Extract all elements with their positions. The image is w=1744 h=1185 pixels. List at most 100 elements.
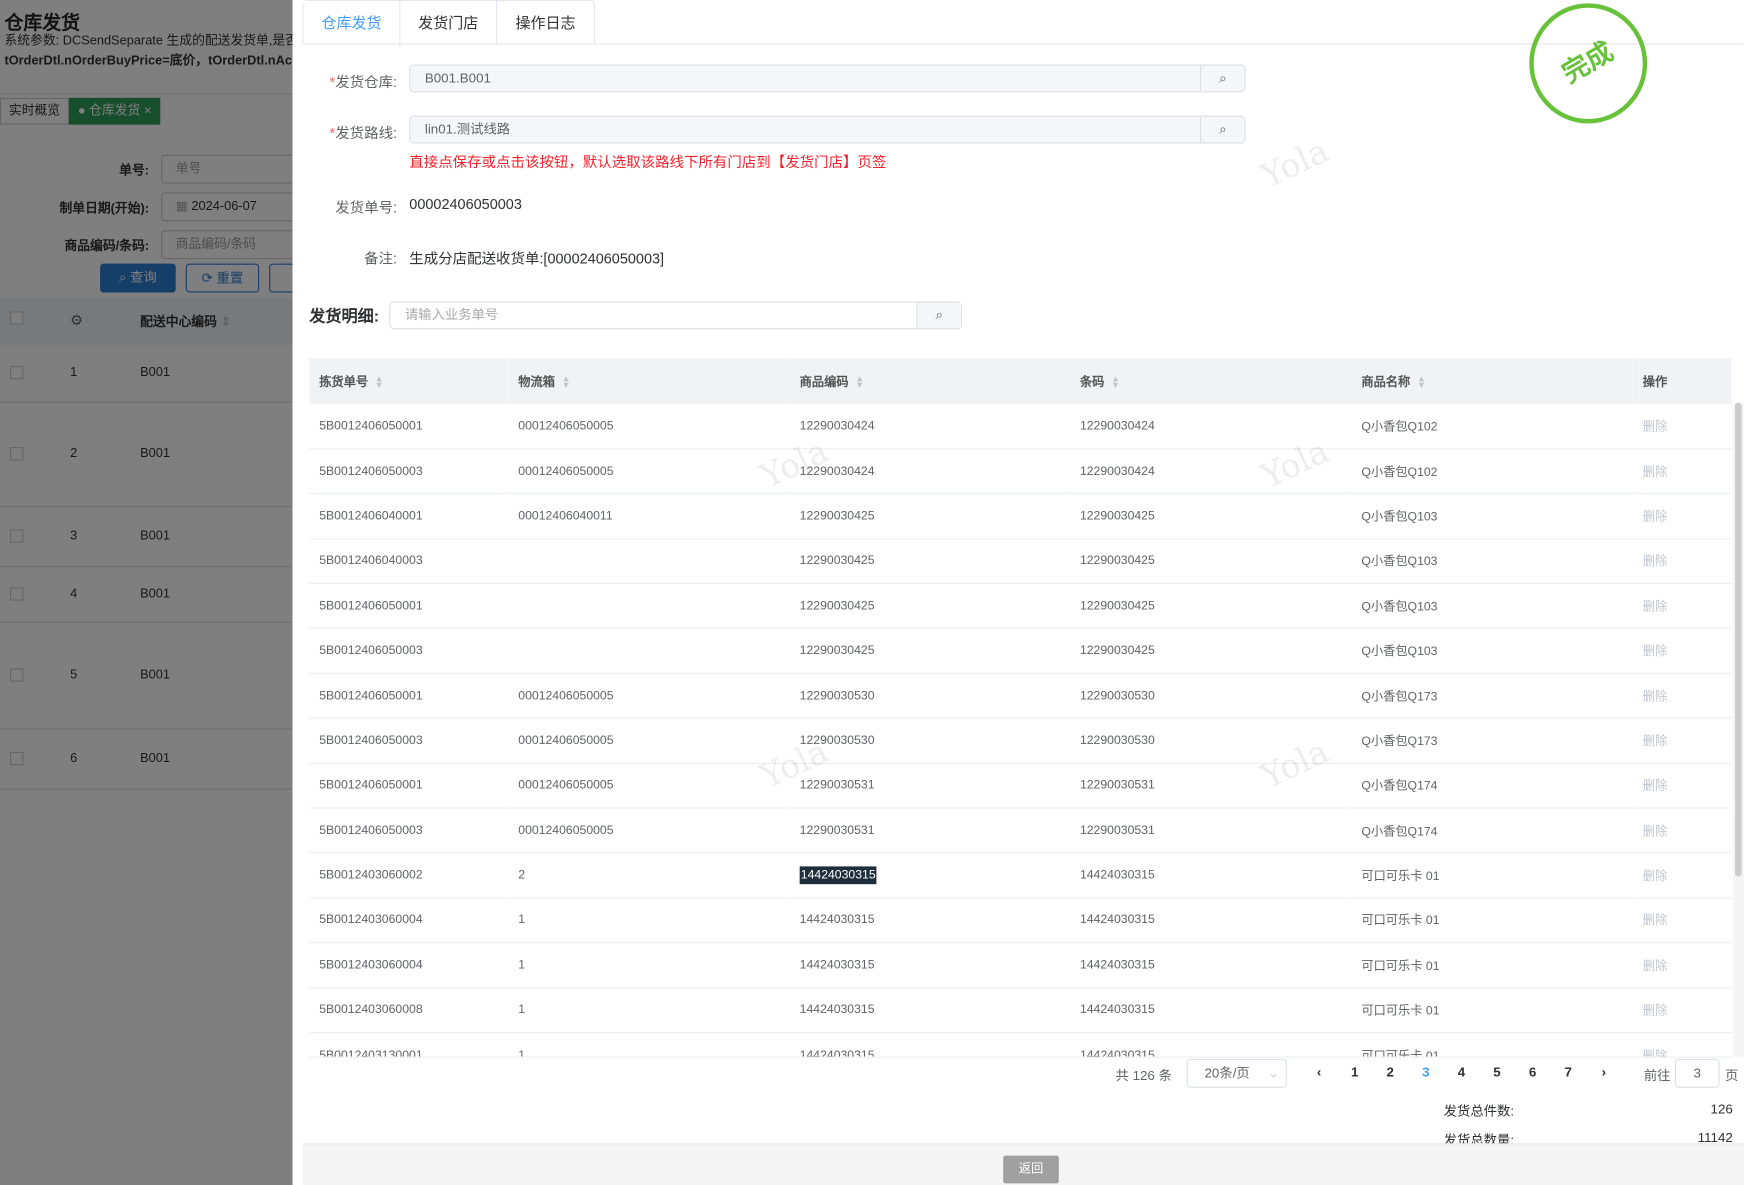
return-button[interactable]: 返回 bbox=[1003, 1155, 1059, 1184]
cell-value: Q小香包Q174 bbox=[1361, 779, 1438, 794]
table-cell: 5B0012403060008 bbox=[309, 987, 509, 1034]
detail-search-input[interactable]: 请输入业务单号 ⌕ bbox=[389, 301, 963, 330]
cell-action: 删除 bbox=[1632, 628, 1732, 674]
column-header[interactable]: 商品名称 ▲ ▼ bbox=[1351, 358, 1633, 404]
delete-link[interactable]: 删除 bbox=[1643, 1050, 1667, 1057]
delete-link[interactable]: 删除 bbox=[1643, 555, 1667, 568]
page-6-button[interactable]: 6 bbox=[1515, 1064, 1551, 1080]
delete-link[interactable]: 删除 bbox=[1643, 690, 1667, 703]
search-icon[interactable]: ⌕ bbox=[1200, 116, 1244, 143]
completed-stamp: 完成 bbox=[1529, 3, 1648, 124]
search-icon[interactable]: ⌕ bbox=[1200, 65, 1244, 92]
page-7-button[interactable]: 7 bbox=[1550, 1064, 1586, 1080]
cell-value: 14424030315 bbox=[799, 913, 875, 928]
sort-icon[interactable]: ▲ ▼ bbox=[1417, 374, 1426, 390]
table-cell: 5B0012406050001 bbox=[309, 673, 509, 719]
sort-icon[interactable]: ▲ ▼ bbox=[562, 374, 571, 390]
cell-value: 5B0012406050003 bbox=[319, 733, 423, 748]
search-icon[interactable]: ⌕ bbox=[916, 302, 961, 329]
delete-link[interactable]: 删除 bbox=[1643, 510, 1667, 523]
prev-page-button[interactable]: ‹ bbox=[1301, 1064, 1337, 1080]
column-header: 操作 bbox=[1632, 358, 1732, 404]
page-4-button[interactable]: 4 bbox=[1444, 1064, 1480, 1080]
delete-link[interactable]: 删除 bbox=[1643, 466, 1667, 479]
cell-value: 5B0012406050001 bbox=[319, 778, 423, 793]
cell-value: 14424030315 bbox=[1079, 868, 1155, 883]
table-scrollbar[interactable] bbox=[1732, 402, 1744, 1057]
goto-label: 前往 bbox=[1643, 1067, 1671, 1084]
cell-value: 1 bbox=[518, 1003, 526, 1017]
delete-link[interactable]: 删除 bbox=[1643, 645, 1667, 658]
warehouse-input[interactable]: B001.B001 ⌕ bbox=[409, 64, 1246, 93]
chevron-down-icon: ⌄ bbox=[1267, 1065, 1280, 1082]
page-1-button[interactable]: 1 bbox=[1337, 1064, 1373, 1080]
table-cell: 12290030425 bbox=[1069, 628, 1352, 674]
cell-action: 删除 bbox=[1632, 852, 1732, 899]
table-cell: 5B0012406050003 bbox=[309, 628, 509, 674]
cell-value: 00012406050005 bbox=[518, 733, 614, 748]
cell-value: 12290030425 bbox=[799, 644, 875, 658]
table-row: 5B0012406050003 00012406050005 12290030530… bbox=[309, 718, 1732, 764]
cell-action: 删除 bbox=[1632, 718, 1732, 764]
cell-value: 14424030315 bbox=[1079, 1003, 1155, 1017]
cell-value: 12290030531 bbox=[1079, 778, 1155, 793]
column-header[interactable]: 商品编码 ▲ ▼ bbox=[789, 358, 1070, 404]
route-input[interactable]: lin01.测试线路 ⌕ bbox=[409, 115, 1246, 144]
cell-value: 12290030424 bbox=[1079, 419, 1155, 433]
sort-icon[interactable]: ▲ ▼ bbox=[1111, 374, 1120, 390]
table-cell: 00012406040011 bbox=[508, 493, 790, 540]
cell-action: 删除 bbox=[1632, 987, 1732, 1034]
table-row: 5B0012403060004 1 14424030315 14424030315 可口… bbox=[309, 897, 1732, 944]
table-cell bbox=[508, 583, 790, 629]
table-cell: 5B0012406050001 bbox=[309, 583, 509, 629]
sort-icon[interactable]: ▲ ▼ bbox=[855, 374, 864, 390]
table-row: 5B0012406050001 12290030425 12290030425 Q小香… bbox=[309, 583, 1732, 629]
cell-value: 00012406050005 bbox=[518, 464, 614, 478]
page-size-select[interactable]: 20条/页 ⌄ bbox=[1186, 1058, 1287, 1088]
table-cell: 5B0012406040001 bbox=[309, 493, 509, 540]
cell-action: 删除 bbox=[1632, 1032, 1732, 1057]
table-cell: 1 bbox=[508, 942, 790, 989]
page-5-button[interactable]: 5 bbox=[1479, 1064, 1515, 1080]
cell-value: 5B0012406050003 bbox=[319, 823, 423, 838]
cell-action: 删除 bbox=[1632, 897, 1732, 944]
cell-value: 可口可乐卡 01 bbox=[1361, 914, 1440, 929]
table-cell: 1 bbox=[508, 1032, 790, 1057]
column-header[interactable]: 物流箱 ▲ ▼ bbox=[508, 358, 790, 404]
column-header-label: 拣货单号 bbox=[319, 375, 369, 389]
delete-link[interactable]: 删除 bbox=[1643, 825, 1667, 838]
page-3-button[interactable]: 3 bbox=[1408, 1064, 1444, 1080]
table-cell: 5B0012403060002 bbox=[309, 852, 509, 899]
table-cell: 5B0012406040003 bbox=[309, 538, 509, 584]
delete-link[interactable]: 删除 bbox=[1643, 735, 1667, 748]
delete-link[interactable]: 删除 bbox=[1643, 960, 1667, 973]
table-cell: 5B0012403130001 bbox=[309, 1032, 509, 1057]
table-cell: 12290030425 bbox=[789, 628, 1070, 674]
table-cell: 5B0012406050003 bbox=[309, 448, 509, 495]
cell-value: 1 bbox=[518, 958, 526, 972]
table-cell: 可口可乐卡 01 bbox=[1351, 897, 1633, 944]
table-cell: 14424030315 bbox=[1069, 987, 1352, 1034]
drawer-tabs: 仓库发货 发货门店 操作日志 bbox=[302, 0, 596, 47]
column-header[interactable]: 条码 ▲ ▼ bbox=[1069, 358, 1352, 404]
page-2-button[interactable]: 2 bbox=[1372, 1064, 1408, 1080]
delete-link[interactable]: 删除 bbox=[1643, 780, 1667, 793]
next-page-button[interactable]: › bbox=[1586, 1064, 1622, 1080]
column-header[interactable]: 拣货单号 ▲ ▼ bbox=[309, 358, 509, 404]
tab-warehouse-shipping[interactable]: 仓库发货 bbox=[303, 1, 401, 47]
tab-shipping-stores[interactable]: 发货门店 bbox=[400, 1, 498, 45]
delete-link[interactable]: 删除 bbox=[1643, 870, 1667, 883]
modal-overlay[interactable] bbox=[0, 0, 293, 1185]
cell-value: 5B0012406050003 bbox=[319, 644, 423, 658]
goto-page-input[interactable]: 3 bbox=[1674, 1058, 1720, 1088]
delete-link[interactable]: 删除 bbox=[1643, 915, 1667, 928]
table-cell: 14424030315 bbox=[789, 897, 1070, 944]
cell-value: 12290030531 bbox=[799, 823, 875, 838]
delete-link[interactable]: 删除 bbox=[1643, 600, 1667, 613]
delete-link[interactable]: 删除 bbox=[1643, 1005, 1667, 1018]
tab-operation-log[interactable]: 操作日志 bbox=[497, 1, 594, 44]
sort-icon[interactable]: ▲ ▼ bbox=[375, 374, 384, 390]
route-label: *发货路线: bbox=[329, 124, 398, 142]
delete-link[interactable]: 删除 bbox=[1643, 420, 1667, 433]
column-header-label: 条码 bbox=[1079, 375, 1105, 389]
